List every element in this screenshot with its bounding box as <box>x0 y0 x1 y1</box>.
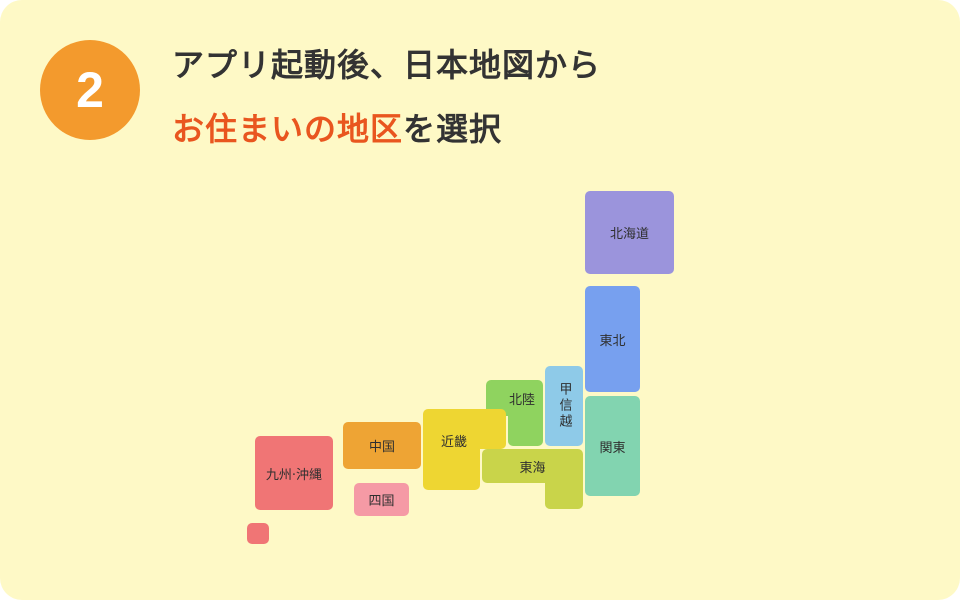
region-tokai[interactable]: 東海 <box>482 449 583 483</box>
instruction-rest: を選択 <box>403 110 503 148</box>
region-label: 北陸 <box>508 392 535 408</box>
step-number-badge: 2 <box>40 40 140 140</box>
region-shikoku[interactable]: 四国 <box>354 483 409 516</box>
step-card: 2 アプリ起動後、日本地図から お住まいの地区を選択 北海道 東北 関東 甲信越… <box>0 0 960 600</box>
instruction-line-1: アプリ起動後、日本地図から <box>172 46 602 84</box>
region-label: 東海 <box>519 460 546 476</box>
region-chugoku[interactable]: 中国 <box>343 422 421 469</box>
region-koshinetsu[interactable]: 甲信越 <box>545 366 583 446</box>
region-label: 四国 <box>368 494 395 509</box>
region-label: 東北 <box>599 333 626 349</box>
step-number: 2 <box>76 62 104 118</box>
instruction-highlight: お住まいの地区 <box>172 110 404 148</box>
region-label: 近畿 <box>441 434 468 450</box>
region-label: 北海道 <box>609 227 649 242</box>
region-label: 九州·沖縄 <box>265 467 323 483</box>
region-label: 中国 <box>368 440 395 455</box>
instruction-line-2: お住まいの地区を選択 <box>172 104 502 150</box>
region-label: 甲信越 <box>556 382 572 430</box>
region-okinawa-islet[interactable] <box>247 523 269 544</box>
region-tohoku[interactable]: 東北 <box>585 286 640 392</box>
region-kanto[interactable]: 関東 <box>585 396 640 496</box>
region-kinki[interactable]: 近畿 <box>423 409 506 450</box>
region-label: 関東 <box>599 440 626 456</box>
region-hokkaido[interactable]: 北海道 <box>585 191 674 274</box>
region-kyushu-okinawa[interactable]: 九州·沖縄 <box>255 436 333 510</box>
